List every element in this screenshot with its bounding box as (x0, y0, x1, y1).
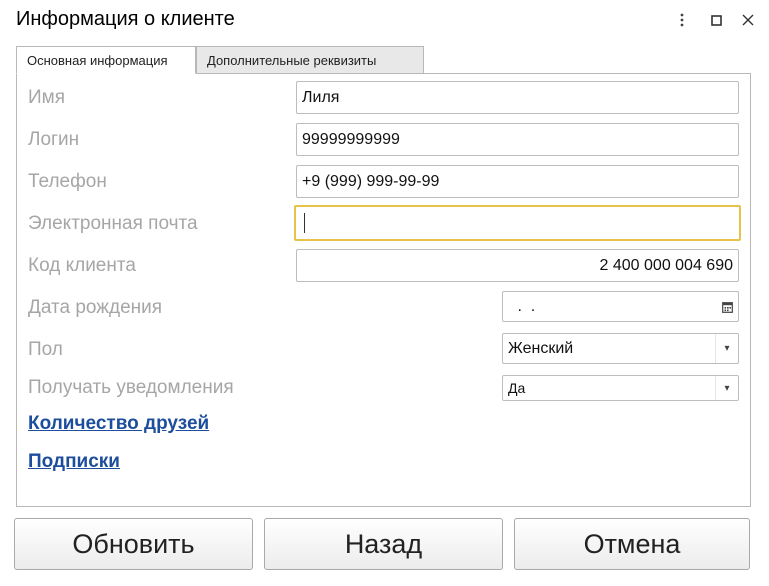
name-field[interactable]: Лиля (296, 81, 739, 114)
notifications-label: Получать уведомления (28, 377, 234, 398)
phone-value: +9 (999) 999-99-99 (302, 172, 440, 190)
cancel-button[interactable]: Отмена (514, 518, 750, 570)
gender-label: Пол (28, 339, 63, 360)
phone-field[interactable]: +9 (999) 999-99-99 (296, 165, 739, 198)
tab-additional-details[interactable]: Дополнительные реквизиты (196, 46, 424, 74)
calendar-icon[interactable] (716, 292, 738, 321)
more-vertical-icon[interactable] (672, 10, 692, 30)
refresh-button[interactable]: Обновить (14, 518, 253, 570)
subscriptions-link[interactable]: Подписки (28, 451, 120, 473)
gender-value: Женский (508, 339, 574, 357)
name-label: Имя (28, 87, 66, 108)
client-code-value: 2 400 000 004 690 (599, 256, 733, 274)
friends-count-link[interactable]: Количество друзей (28, 413, 209, 435)
email-label: Электронная почта (28, 213, 198, 234)
name-value: Лиля (302, 88, 340, 106)
notifications-value: Да (508, 380, 526, 396)
gender-select[interactable]: Женский ▾ (502, 333, 739, 364)
login-value: 99999999999 (302, 130, 400, 148)
chevron-down-icon[interactable]: ▾ (715, 376, 738, 400)
back-button[interactable]: Назад (264, 518, 503, 570)
phone-label: Телефон (28, 171, 107, 192)
client-code-field[interactable]: 2 400 000 004 690 (296, 249, 739, 282)
close-icon[interactable] (738, 10, 758, 30)
email-field[interactable] (294, 205, 741, 241)
notifications-select[interactable]: Да ▾ (502, 375, 739, 401)
maximize-icon[interactable] (706, 10, 726, 30)
window-title: Информация о клиенте (16, 8, 235, 30)
birth-date-value: . . (513, 297, 536, 315)
tab-main-info[interactable]: Основная информация (16, 46, 196, 74)
birth-date-field[interactable]: . . (502, 291, 739, 322)
birth-date-label: Дата рождения (28, 297, 163, 318)
login-label: Логин (28, 129, 80, 150)
titlebar: Информация о клиенте (0, 0, 769, 40)
chevron-down-icon[interactable]: ▾ (715, 334, 738, 363)
text-caret (304, 213, 305, 233)
client-info-window: Информация о клиенте Основная информация… (0, 0, 769, 586)
client-code-label: Код клиента (28, 255, 136, 276)
login-field[interactable]: 99999999999 (296, 123, 739, 156)
